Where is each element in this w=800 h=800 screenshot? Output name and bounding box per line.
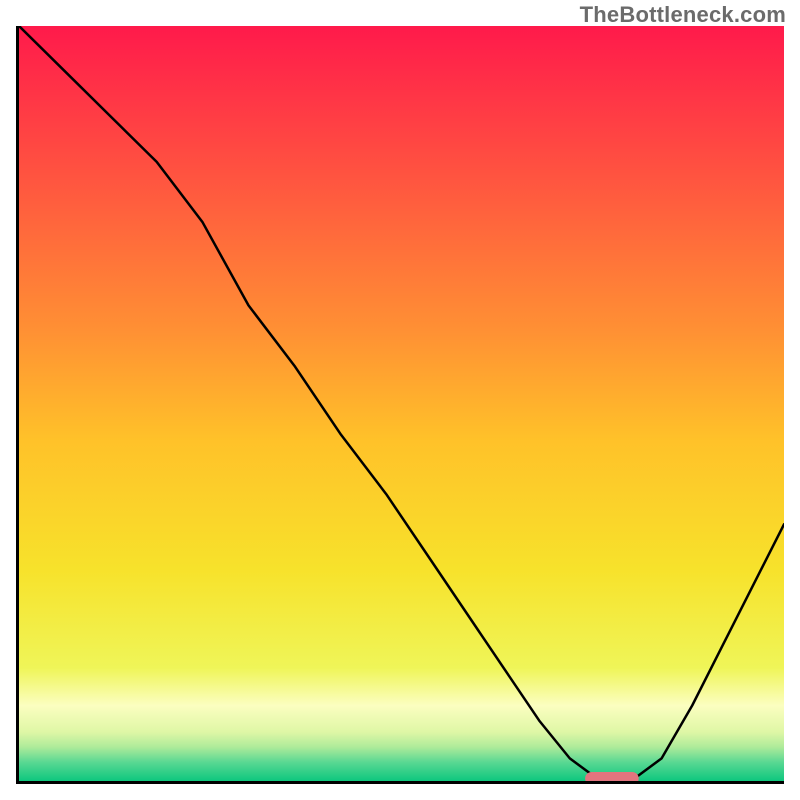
watermark-text: TheBottleneck.com bbox=[580, 2, 786, 28]
chart-frame: TheBottleneck.com bbox=[0, 0, 800, 800]
optimal-marker bbox=[19, 26, 784, 781]
plot-area bbox=[16, 26, 784, 784]
